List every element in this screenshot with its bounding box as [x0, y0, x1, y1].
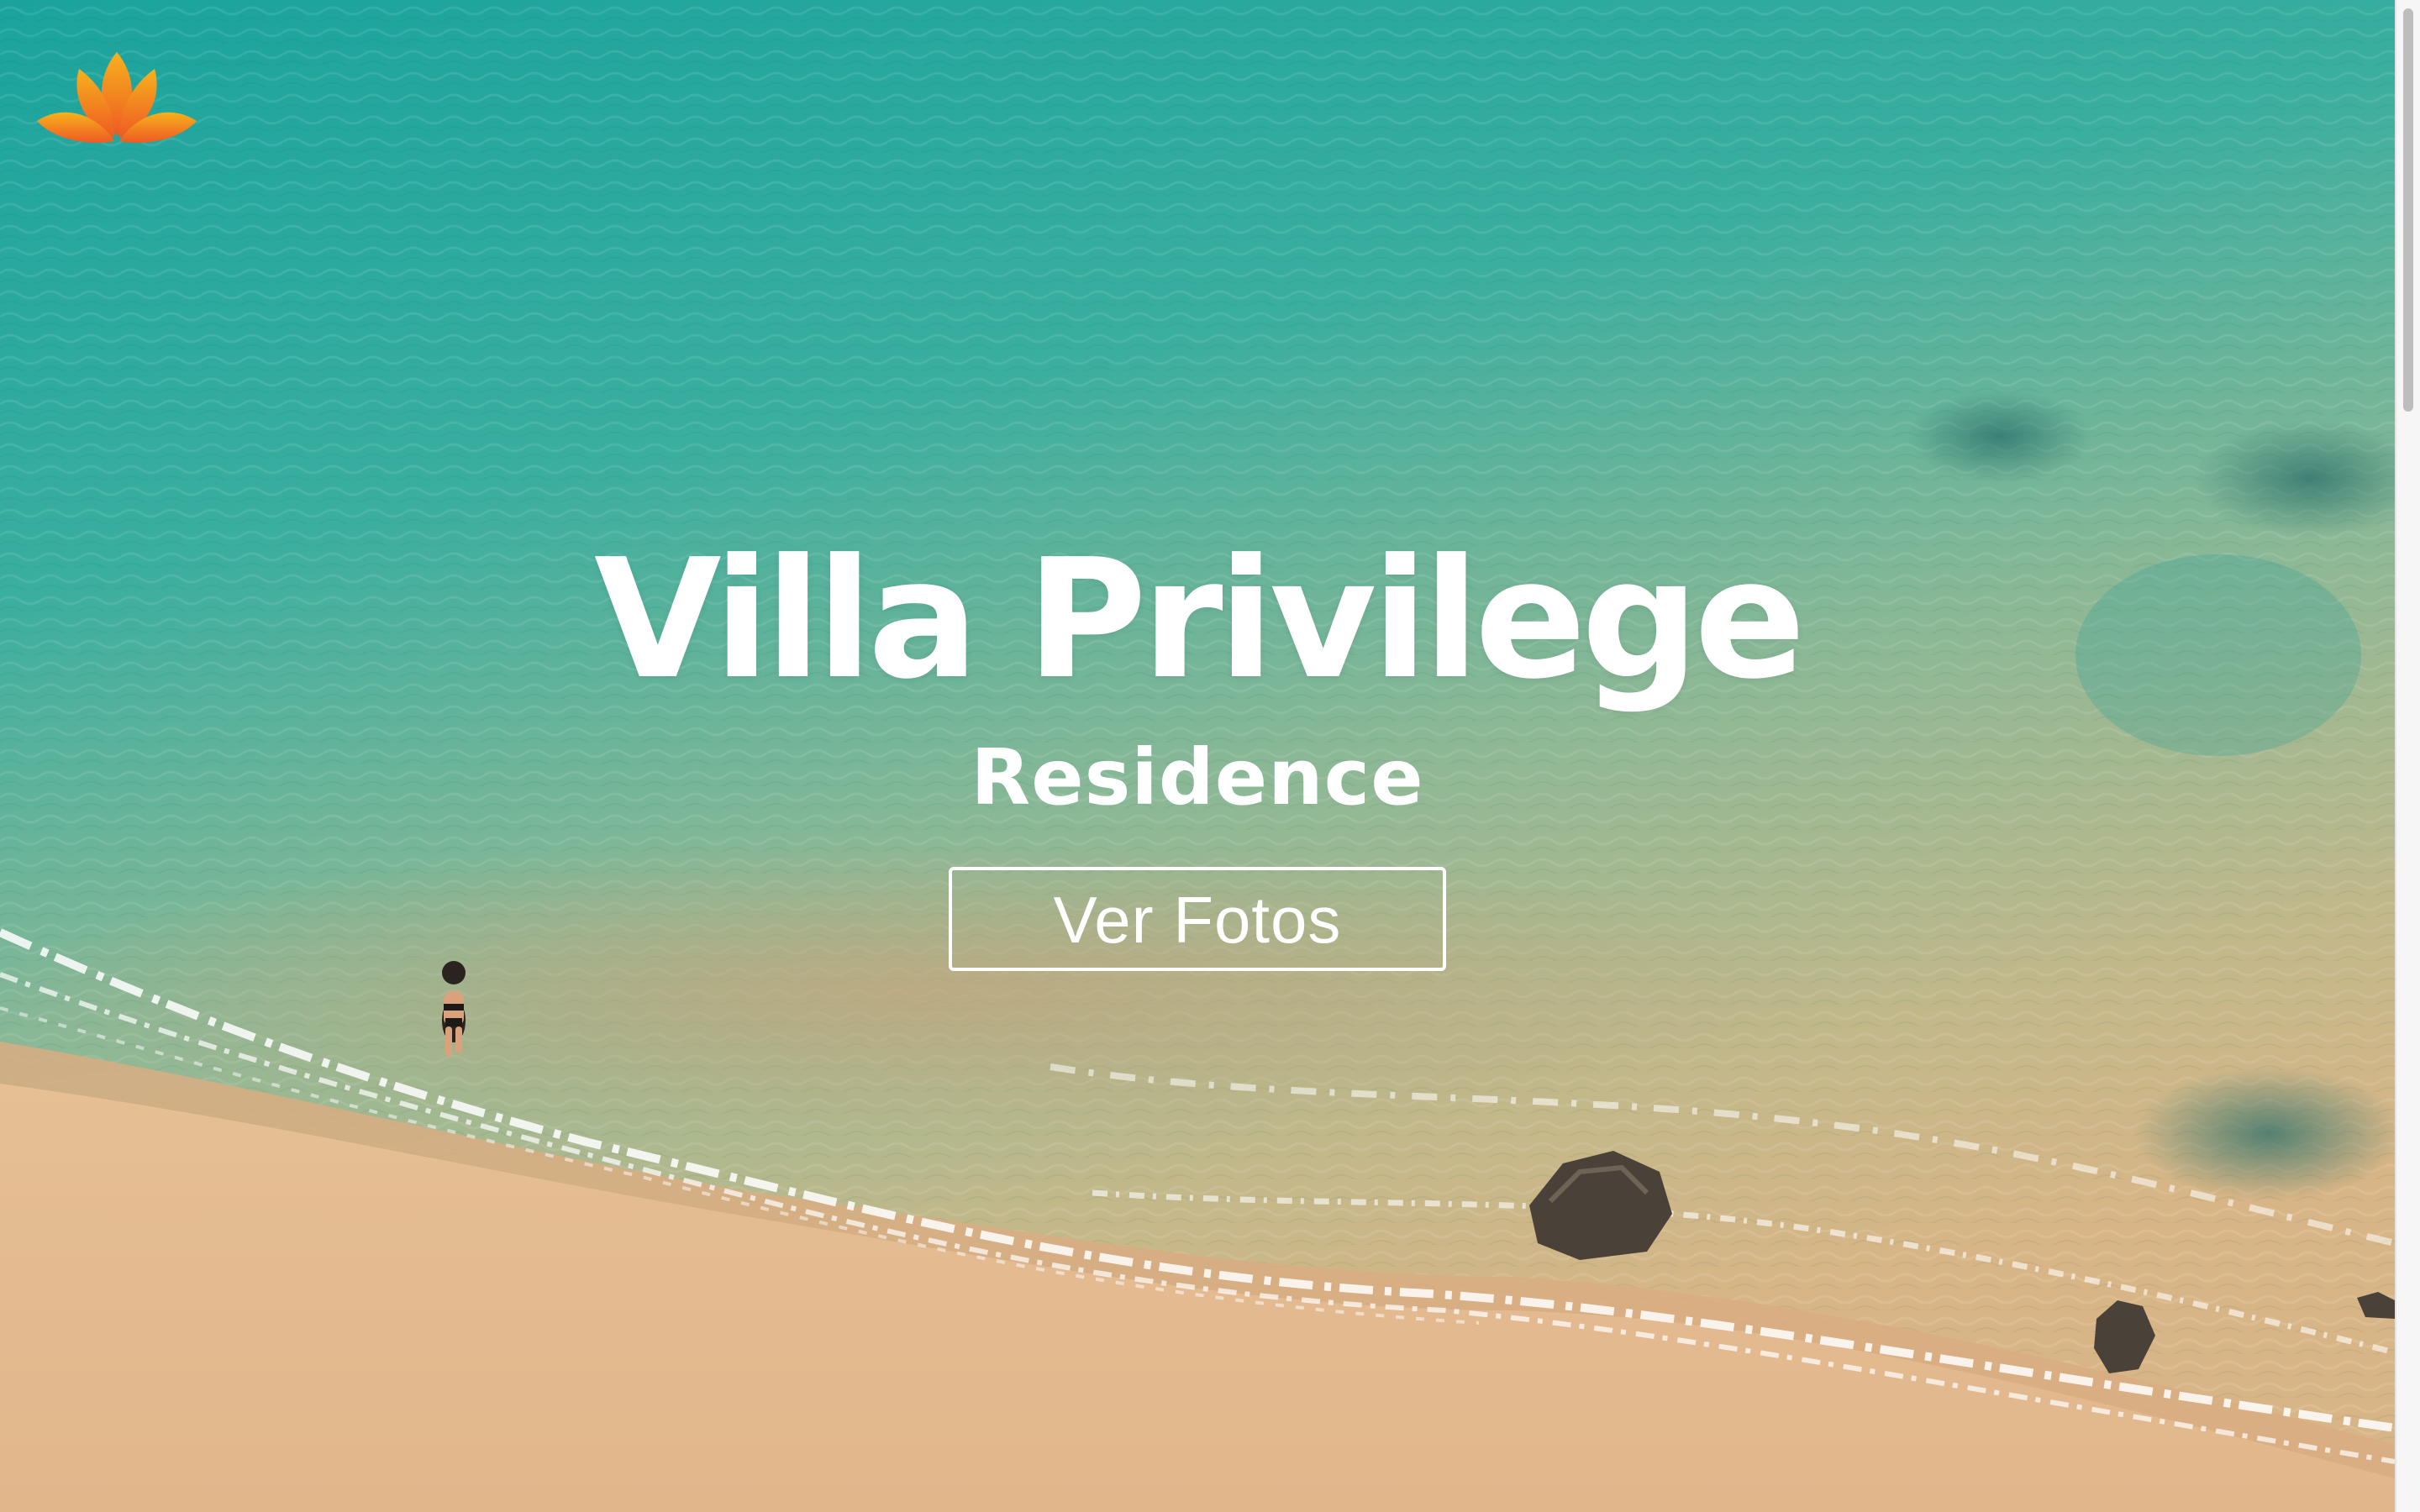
page-scrollbar[interactable]: [2395, 0, 2420, 1512]
lotus-icon[interactable]: [37, 52, 197, 146]
hero-section: Villa Privilege Residence Ver Fotos: [0, 0, 2395, 1512]
hero-content: Villa Privilege Residence Ver Fotos: [0, 538, 2395, 971]
scrollbar-thumb[interactable]: [2403, 8, 2413, 412]
hero-title: Villa Privilege: [593, 524, 1806, 716]
person-figure: [442, 961, 466, 1057]
hero-subtitle: Residence: [971, 732, 1424, 822]
view-photos-button[interactable]: Ver Fotos: [949, 867, 1446, 971]
